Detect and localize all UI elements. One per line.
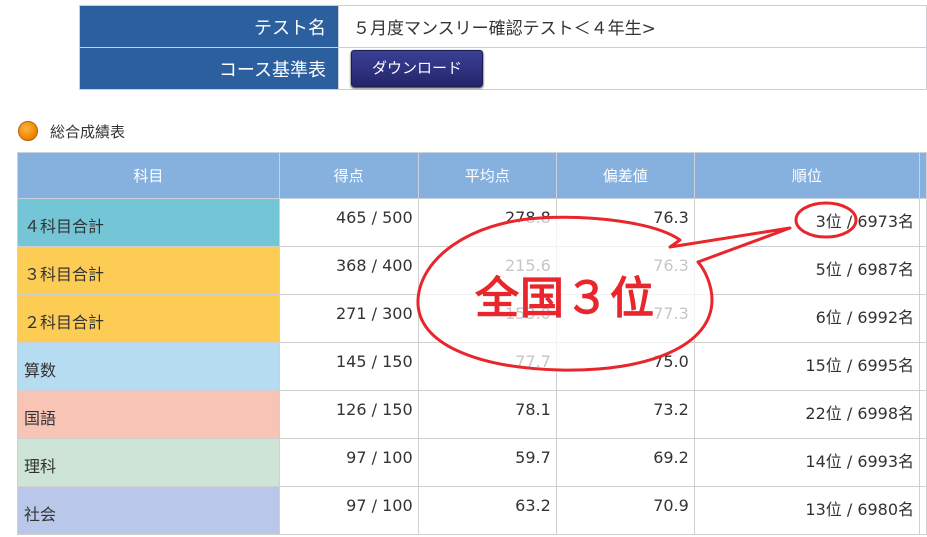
average-cell: 59.7	[417, 438, 557, 487]
table-row: 社会 97 / 100 63.2 70.9 13位 / 6980名	[17, 486, 927, 535]
subject-label: 理科	[24, 456, 57, 476]
rank-cell: 14位 / 6993名	[693, 438, 921, 487]
download-button[interactable]: ダウンロード	[351, 50, 484, 87]
header-score: 得点	[278, 152, 419, 199]
subject-label: ３科目合計	[24, 264, 105, 284]
table-row: 算数 145 / 150 77.7 75.0 15位 / 6995名	[17, 342, 927, 391]
subject-cell: 算数	[17, 342, 280, 391]
score-table: 科目 得点 平均点 偏差値 順位 ４科目合計 465 / 500 278.8 76.3…	[17, 152, 927, 535]
deviation-cell: 73.2	[555, 390, 695, 439]
subject-cell: 国語	[17, 390, 280, 439]
subject-label: 算数	[24, 360, 57, 380]
rank-cell: 22位 / 6998名	[693, 390, 921, 439]
rank-cell: 13位 / 6980名	[693, 486, 921, 535]
deviation-cell: 70.9	[555, 486, 695, 535]
deviation-cell: 69.2	[555, 438, 695, 487]
subject-label: 社会	[24, 504, 57, 524]
score-cell: 465 / 500	[278, 198, 419, 247]
header-spacer	[919, 152, 927, 199]
score-cell: 97 / 100	[278, 438, 419, 487]
table-row: ４科目合計 465 / 500 278.8 76.3 3位 / 6973名	[17, 198, 927, 247]
subject-label: 国語	[24, 408, 57, 428]
rank-cell: 6位 / 6992名	[693, 294, 921, 343]
annotation-text: 全国３位	[475, 273, 655, 324]
subject-cell: 社会	[17, 486, 280, 535]
rank-cell: 15位 / 6995名	[693, 342, 921, 391]
test-name-row: テスト名 ５月度マンスリー確認テスト＜４年生>	[79, 5, 927, 48]
course-value-cell: ダウンロード	[338, 47, 927, 90]
row-spacer	[919, 438, 927, 487]
header-rank: 順位	[693, 152, 921, 199]
row-spacer	[919, 390, 927, 439]
section-title: 総合成績表	[50, 122, 126, 141]
rank-cell: 5位 / 6987名	[693, 246, 921, 295]
score-cell: 145 / 150	[278, 342, 419, 391]
average-cell: 278.8	[417, 198, 557, 247]
score-cell: 368 / 400	[278, 246, 419, 295]
average-cell: 63.2	[417, 486, 557, 535]
row-spacer	[919, 486, 927, 535]
row-spacer	[919, 342, 927, 391]
rank-cell: 3位 / 6973名	[693, 198, 921, 247]
subject-cell: 理科	[17, 438, 280, 487]
average-cell: 77.7	[417, 342, 557, 391]
score-table-header: 科目 得点 平均点 偏差値 順位	[17, 152, 927, 199]
course-row: コース基準表 ダウンロード	[79, 47, 927, 90]
deviation-cell: 76.3	[555, 198, 695, 247]
test-info-table: テスト名 ５月度マンスリー確認テスト＜４年生> コース基準表 ダウンロード	[79, 5, 927, 90]
row-spacer	[919, 294, 927, 343]
row-spacer	[919, 198, 927, 247]
header-subject: 科目	[17, 152, 280, 199]
table-row: 国語 126 / 150 78.1 73.2 22位 / 6998名	[17, 390, 927, 439]
subject-cell: ４科目合計	[17, 198, 280, 247]
section-header: 総合成績表	[18, 119, 125, 143]
test-name-value: ５月度マンスリー確認テスト＜４年生>	[338, 5, 927, 48]
deviation-cell: 75.0	[555, 342, 695, 391]
course-label: コース基準表	[79, 47, 339, 90]
score-cell: 97 / 100	[278, 486, 419, 535]
bullet-icon	[18, 121, 38, 141]
header-average: 平均点	[417, 152, 557, 199]
test-name-label: テスト名	[79, 5, 339, 48]
table-row: 理科 97 / 100 59.7 69.2 14位 / 6993名	[17, 438, 927, 487]
subject-label: ４科目合計	[24, 216, 105, 236]
score-cell: 126 / 150	[278, 390, 419, 439]
header-deviation: 偏差値	[555, 152, 695, 199]
average-cell: 78.1	[417, 390, 557, 439]
subject-label: ２科目合計	[24, 312, 105, 332]
score-cell: 271 / 300	[278, 294, 419, 343]
subject-cell: ２科目合計	[17, 294, 280, 343]
subject-cell: ３科目合計	[17, 246, 280, 295]
row-spacer	[919, 246, 927, 295]
